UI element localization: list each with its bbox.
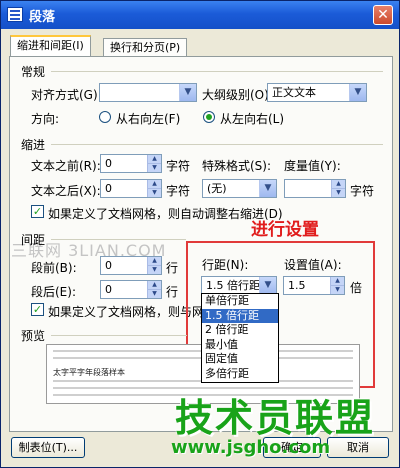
special-format-label: 特殊格式(S): <box>202 159 272 173</box>
paragraph-dialog: 段落 ✕ 缩进和间距(I) 换行和分页(P) 常规 对齐方式(G): ▼ 大纲级… <box>0 0 400 468</box>
indent-after-unit: 字符 <box>166 184 191 198</box>
title-bar[interactable]: 段落 ✕ <box>1 1 399 29</box>
indent-before-value: 0 <box>105 157 112 170</box>
alignment-select[interactable]: ▼ <box>99 83 197 102</box>
space-after-input[interactable]: 0 ▲ ▼ <box>100 280 162 299</box>
line-spacing-dropdown-list[interactable]: 单倍行距 1.5 倍行距 2 倍行距 最小值 固定值 多倍行距 <box>201 293 279 383</box>
space-before-input[interactable]: 0 ▲ ▼ <box>100 256 162 275</box>
preview-sample-text: 太字平字年段落样本 <box>53 368 125 377</box>
line-spacing-option[interactable]: 2 倍行距 <box>202 323 278 338</box>
snap-to-grid-checkbox[interactable]: ✓ <box>31 303 44 316</box>
auto-adjust-checkbox[interactable]: ✓ <box>31 205 44 218</box>
special-format-select[interactable]: (无) ▼ <box>202 179 277 198</box>
close-icon[interactable]: ✕ <box>373 5 393 25</box>
site-logo-text: 技术员联盟 <box>175 396 376 440</box>
chevron-down-icon[interactable]: ▼ <box>179 84 196 101</box>
document-icon <box>7 7 23 22</box>
measure-unit: 字符 <box>350 184 375 198</box>
divider <box>51 71 383 72</box>
divider <box>51 335 187 336</box>
line-spacing-option[interactable]: 1.5 倍行距 <box>202 308 278 323</box>
outline-level-label: 大纲级别(O): <box>202 88 273 102</box>
line-spacing-option[interactable]: 最小值 <box>202 338 278 353</box>
general-heading: 常规 <box>21 65 46 79</box>
site-url: www.jsgho.com <box>171 437 331 458</box>
indent-before-input[interactable]: 0 ▲ ▼ <box>100 154 162 173</box>
chevron-down-icon[interactable]: ▼ <box>349 84 366 101</box>
rtl-radio[interactable] <box>99 111 111 123</box>
spinner-icon[interactable]: ▲ ▼ <box>147 257 161 274</box>
tab-line-page-breaks[interactable]: 换行和分页(P) <box>103 38 188 56</box>
line-spacing-option[interactable]: 固定值 <box>202 352 278 367</box>
indent-heading: 缩进 <box>21 138 46 152</box>
space-before-label: 段前(B): <box>31 261 77 275</box>
line-spacing-option[interactable]: 单倍行距 <box>202 294 278 309</box>
auto-adjust-label[interactable]: 如果定义了文档网格，则自动调整右缩进(D) <box>48 205 283 222</box>
line-spacing-option[interactable]: 多倍行距 <box>202 367 278 382</box>
indent-after-label: 文本之后(X): <box>31 184 101 198</box>
rtl-label[interactable]: 从右向左(F) <box>116 110 180 127</box>
space-after-label: 段后(E): <box>31 285 76 299</box>
ltr-label[interactable]: 从左向右(L) <box>220 110 284 127</box>
tab-indent-spacing[interactable]: 缩进和间距(I) <box>10 35 91 56</box>
special-format-value: (无) <box>207 182 227 195</box>
measure-label: 度量值(Y): <box>284 159 341 173</box>
space-after-unit: 行 <box>166 285 179 299</box>
outline-level-select[interactable]: 正文文本 ▼ <box>267 83 367 102</box>
space-before-value: 0 <box>105 259 112 272</box>
divider <box>51 144 383 145</box>
dialog-title: 段落 <box>29 10 56 25</box>
spinner-icon[interactable]: ▲ ▼ <box>147 180 161 197</box>
divider <box>51 239 186 240</box>
alignment-label: 对齐方式(G): <box>31 88 102 102</box>
indent-before-label: 文本之前(R): <box>31 159 101 173</box>
space-before-unit: 行 <box>166 261 179 275</box>
indent-before-unit: 字符 <box>166 159 191 173</box>
space-after-value: 0 <box>105 283 112 296</box>
outline-level-value: 正文文本 <box>272 86 316 99</box>
indent-after-input[interactable]: 0 ▲ ▼ <box>100 179 162 198</box>
chevron-down-icon[interactable]: ▼ <box>259 180 276 197</box>
spinner-icon[interactable]: ▲ ▼ <box>147 155 161 172</box>
indent-after-value: 0 <box>105 182 112 195</box>
spinner-icon[interactable]: ▲ ▼ <box>331 180 345 197</box>
measure-input[interactable]: ▲ ▼ <box>284 179 346 198</box>
preview-heading: 预览 <box>21 329 46 343</box>
spacing-heading: 间距 <box>21 233 46 247</box>
annotation-text: 进行设置 <box>251 220 319 240</box>
ltr-radio[interactable] <box>203 111 215 123</box>
spinner-icon[interactable]: ▲ ▼ <box>147 281 161 298</box>
tabs-button[interactable]: 制表位(T)... <box>11 437 85 458</box>
direction-label: 方向: <box>31 112 60 126</box>
